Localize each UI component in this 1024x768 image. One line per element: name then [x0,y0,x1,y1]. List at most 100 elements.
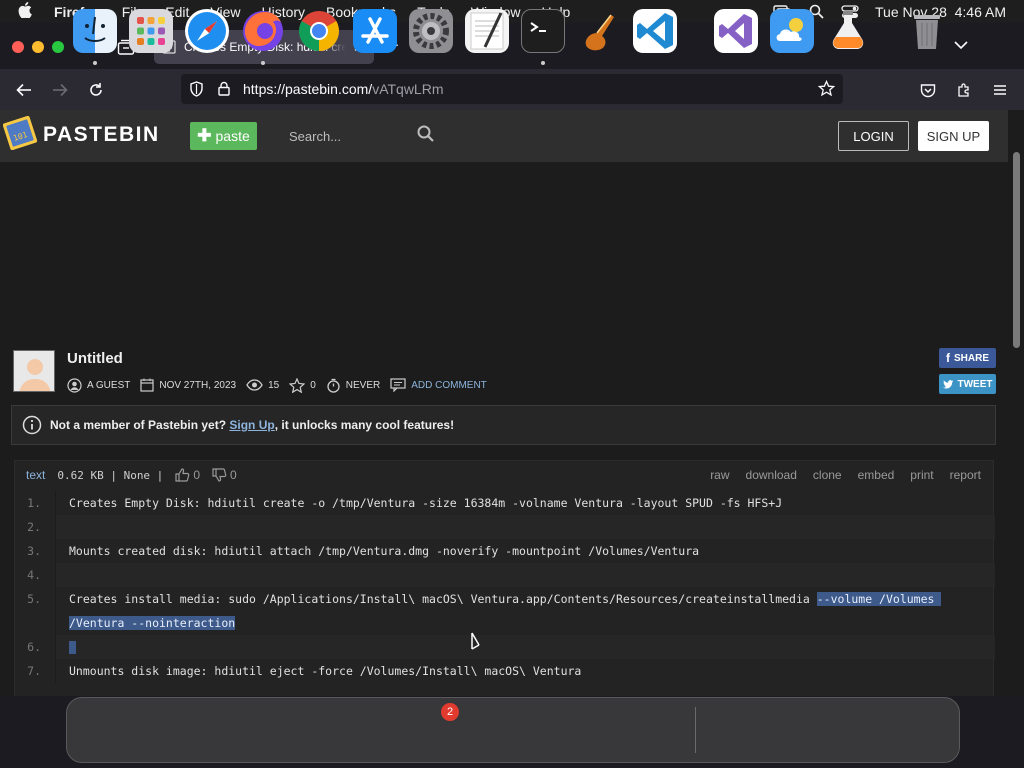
search-icon[interactable] [417,125,434,147]
visual-studio-icon[interactable] [714,9,758,53]
window-zoom-button[interactable] [52,41,64,53]
user-icon [67,377,82,393]
notice-signup-link[interactable]: Sign Up [229,418,274,432]
dock [66,697,960,763]
window-minimize-button[interactable] [32,41,44,53]
back-arrow-icon[interactable] [14,80,34,100]
paste-title: Untitled [67,350,123,367]
like-button[interactable]: 0 [175,468,200,482]
guest-avatar [13,350,55,392]
signup-button[interactable]: SIGN UP [918,121,989,151]
paste-views: 15 [246,379,279,391]
pastebin-logo-text[interactable]: PASTEBIN [43,123,160,147]
embed-link[interactable]: embed [858,468,895,482]
hamburger-menu-icon[interactable] [990,80,1010,100]
vscode-icon[interactable] [633,9,677,53]
code-header: text 0.62 KB | None | 0 0 raw download c… [15,461,995,489]
add-comment-link[interactable]: ADD COMMENT [390,378,487,392]
share-facebook-button[interactable]: f SHARE [939,348,996,368]
tracking-protection-shield-icon[interactable] [189,81,204,100]
launchpad-icon[interactable] [129,9,173,53]
pocket-icon[interactable] [918,80,938,100]
finder-icon[interactable] [73,9,117,53]
nav-toolbar: https://pastebin.com/vATqwLRm [0,69,1024,110]
plus-icon: ✚ [197,126,212,145]
firefox-icon[interactable] [241,9,285,53]
instruments-icon[interactable] [577,9,621,53]
signup-notice: Not a member of Pastebin yet? Sign Up, i… [11,405,996,445]
utility-app-icon[interactable] [826,9,870,53]
paste-meta: A GUEST NOV 27TH, 2023 15 0 NEVER ADD CO… [67,377,497,393]
scrollbar-thumb[interactable] [1013,152,1020,348]
notice-prefix: Not a member of Pastebin yet? [50,418,227,432]
textedit-icon[interactable] [465,9,509,53]
notice-suffix: , it unlocks many cool features! [274,418,455,432]
code-lines[interactable]: 1. Creates Empty Disk: hdiutil create -o … [15,491,995,683]
print-link[interactable]: print [910,468,933,482]
paste-expiry: NEVER [326,378,380,393]
raw-link[interactable]: raw [710,468,729,482]
url-bar[interactable]: https://pastebin.com/vATqwLRm [181,74,843,104]
pastebin-logo-icon[interactable]: 101 [2,115,38,151]
paste-author: A GUEST [67,377,130,393]
window-close-button[interactable] [12,41,24,53]
login-button[interactable]: LOGIN [838,121,909,151]
code-line: 4. [15,563,995,587]
syntax-link[interactable]: text [26,468,45,482]
share-twitter-button[interactable]: TWEET [939,374,996,394]
web-page: 101 PASTEBIN ✚ paste LOGIN SIGN UP Untit… [0,110,1008,696]
code-line: 7. Unmounts disk image: hdiutil eject -fo… [15,659,995,683]
new-paste-button[interactable]: ✚ paste [190,122,257,150]
site-search [281,122,441,150]
thumbs-up-icon [175,468,190,482]
firefox-running-indicator [261,61,265,65]
star-icon [289,377,306,393]
info-icon [22,415,42,435]
list-all-tabs-chevron-icon[interactable] [954,37,968,55]
url-text[interactable]: https://pastebin.com/vATqwLRm [243,81,444,97]
forward-arrow-icon[interactable] [50,80,70,100]
code-line: 5. Creates install media: sudo /Applicati… [15,587,995,635]
facebook-icon: f [945,351,950,365]
code-line: 3. Mounts created disk: hdiutil attach /t… [15,539,995,563]
dock-separator [695,707,696,753]
chrome-icon[interactable] [297,9,341,53]
clone-link[interactable]: clone [813,468,842,482]
mouse-cursor-icon [470,632,482,655]
lock-icon[interactable] [218,81,230,99]
paste-date: NOV 27TH, 2023 [140,378,236,392]
system-settings-gear-icon[interactable] [409,9,453,53]
eye-icon [246,379,263,391]
comment-icon [390,378,406,392]
page-scrollbar[interactable] [1008,110,1024,696]
timer-icon [327,378,340,393]
calendar-icon [140,378,154,392]
paste-stars[interactable]: 0 [289,377,316,393]
bookmark-star-icon[interactable] [817,79,836,100]
weather-icon[interactable] [770,9,814,53]
report-link[interactable]: report [950,468,981,482]
pastebin-header: 101 PASTEBIN ✚ paste LOGIN SIGN UP [0,110,1008,162]
paste-button-label: paste [215,128,250,144]
finder-running-indicator [93,61,97,65]
settings-notification-badge: 2 [441,703,459,721]
terminal-running-indicator [541,61,545,65]
search-input[interactable] [281,128,409,144]
trash-icon[interactable] [905,9,949,53]
thumbs-down-icon [212,468,227,482]
safari-icon[interactable] [185,9,229,53]
dislike-button[interactable]: 0 [212,468,237,482]
twitter-bird-icon [942,379,953,388]
selection-caret [69,641,76,654]
code-line: 1. Creates Empty Disk: hdiutil create -o … [15,491,995,515]
code-box: text 0.62 KB | None | 0 0 raw download c… [14,460,995,696]
code-line: 2. [15,515,995,539]
app-store-icon[interactable] [353,9,397,53]
extensions-puzzle-icon[interactable] [954,80,974,100]
apple-menu-icon[interactable] [18,1,38,22]
paste-size: 0.62 KB | None | [57,468,164,482]
reload-icon[interactable] [86,80,106,100]
download-link[interactable]: download [746,468,797,482]
code-line: 6. [15,635,995,659]
terminal-icon[interactable] [521,9,565,53]
